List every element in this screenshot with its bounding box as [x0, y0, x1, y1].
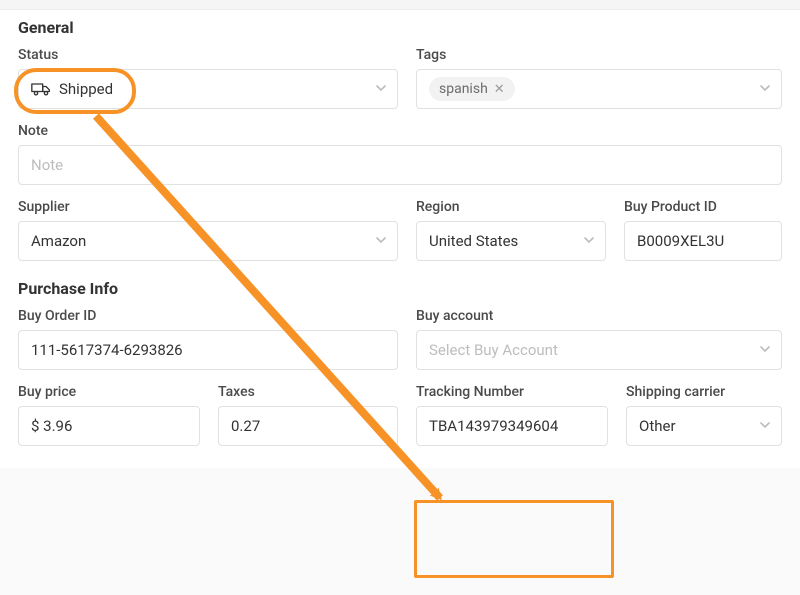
note-input[interactable]: Note — [18, 145, 782, 185]
supplier-value: Amazon — [31, 232, 86, 250]
annotation-tracking-highlight — [414, 500, 614, 578]
buy-price-label: Buy price — [18, 384, 200, 400]
buy-price-value: $ 3.96 — [31, 417, 72, 435]
shipping-carrier-value: Other — [639, 417, 676, 435]
tag-chip[interactable]: spanish ✕ — [429, 77, 515, 101]
note-label: Note — [18, 123, 782, 139]
buy-order-id-input[interactable]: 111-5617374-6293826 — [18, 330, 398, 370]
tags-label: Tags — [416, 47, 782, 63]
buy-account-placeholder: Select Buy Account — [429, 341, 558, 359]
status-select[interactable]: Shipped — [18, 69, 398, 109]
taxes-label: Taxes — [218, 384, 398, 400]
region-value: United States — [429, 232, 518, 250]
buy-product-id-input[interactable]: B0009XEL3U — [624, 221, 782, 261]
supplier-label: Supplier — [18, 199, 398, 215]
truck-icon — [31, 81, 51, 97]
shipping-carrier-select[interactable]: Other — [626, 406, 782, 446]
close-icon[interactable]: ✕ — [494, 83, 505, 96]
tracking-number-input[interactable]: TBA143979349604 — [416, 406, 608, 446]
tag-label: spanish — [439, 81, 488, 97]
chevron-down-icon — [759, 80, 771, 98]
tracking-number-label: Tracking Number — [416, 384, 608, 400]
chevron-down-icon — [759, 341, 771, 359]
buy-order-id-value: 111-5617374-6293826 — [31, 341, 183, 359]
chevron-down-icon — [583, 232, 595, 250]
shipping-carrier-label: Shipping carrier — [626, 384, 782, 400]
buy-price-input[interactable]: $ 3.96 — [18, 406, 200, 446]
tracking-number-value: TBA143979349604 — [429, 417, 558, 435]
buy-product-id-value: B0009XEL3U — [637, 232, 724, 250]
topbar — [0, 0, 800, 10]
chevron-down-icon — [375, 80, 387, 98]
section-purchase-title: Purchase Info — [18, 279, 782, 298]
section-general-title: General — [18, 18, 782, 37]
taxes-value: 0.27 — [231, 417, 260, 435]
buy-product-id-label: Buy Product ID — [624, 199, 782, 215]
tags-input[interactable]: spanish ✕ — [416, 69, 782, 109]
status-value: Shipped — [59, 80, 113, 98]
buy-account-label: Buy account — [416, 308, 782, 324]
chevron-down-icon — [759, 417, 771, 435]
status-label: Status — [18, 47, 398, 63]
buy-account-select[interactable]: Select Buy Account — [416, 330, 782, 370]
region-label: Region — [416, 199, 606, 215]
chevron-down-icon — [375, 232, 387, 250]
region-select[interactable]: United States — [416, 221, 606, 261]
buy-order-id-label: Buy Order ID — [18, 308, 398, 324]
supplier-select[interactable]: Amazon — [18, 221, 398, 261]
taxes-input[interactable]: 0.27 — [218, 406, 398, 446]
note-placeholder: Note — [31, 156, 63, 174]
